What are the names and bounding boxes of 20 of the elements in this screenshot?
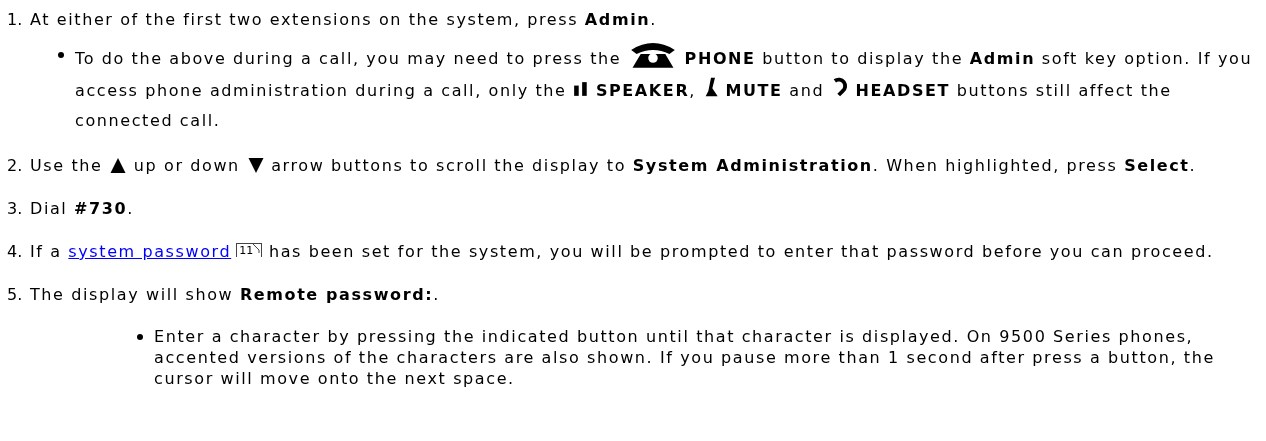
speaker-bars-icon — [573, 80, 590, 98]
page-reference[interactable]: 11 — [236, 243, 263, 257]
step-number: 2. — [7, 155, 24, 177]
step-text: Dial #730. — [30, 198, 135, 220]
step-number: 3. — [7, 198, 24, 220]
step-text: The display will show Remote password:. — [30, 284, 441, 306]
step-text: If a system password 11 has been set for the system, you will be prompted to enter that password before you can proceed. — [30, 241, 1215, 263]
bullet-text: To do the above during a call, you may need to press the PHONE button to display the Admin soft key option. If you access phone administration during a call, only the SPEAKER, MUTE and HEADSET buttons still affect the connected call. — [75, 39, 1260, 136]
step-text: Use the up or down arrow buttons to scroll the display to System Administration. When highlighted, press Select. — [30, 155, 1198, 177]
text-link[interactable]: system password — [68, 242, 232, 261]
step-number: 4. — [7, 241, 24, 263]
step-number: 5. — [7, 284, 24, 306]
page-fold-icon — [253, 244, 261, 253]
up-arrow-icon — [109, 158, 128, 173]
bullet-icon — [137, 334, 143, 340]
bullet-text: Enter a character by pressing the indicated button until that character is displayed. On 9500 Series phones, accented versions of the characters are also shown. If you pause more than 1 second after press a button, the cursor will move onto the next space. — [154, 326, 1216, 389]
step-number: 1. — [7, 9, 24, 31]
bullet-icon — [58, 52, 64, 58]
down-arrow-icon — [246, 158, 265, 173]
step-text: At either of the first two extensions on the system, press Admin. — [30, 9, 658, 31]
